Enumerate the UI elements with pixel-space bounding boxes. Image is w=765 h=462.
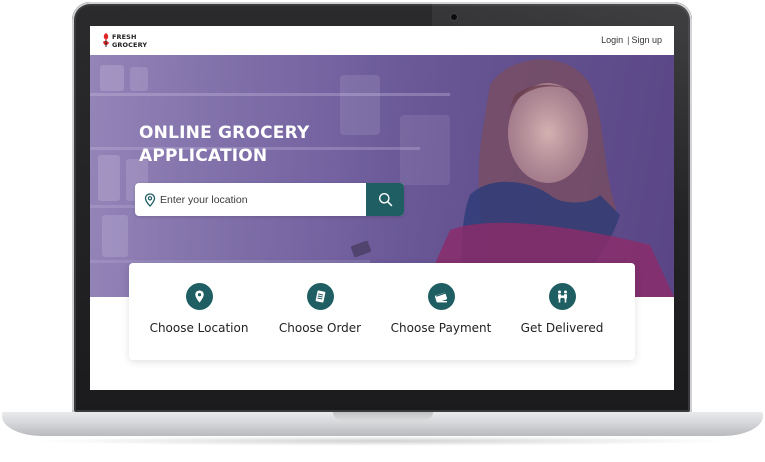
location-pin-icon xyxy=(195,290,204,303)
step-label: Get Delivered xyxy=(520,321,604,335)
hero-title-line2: APPLICATION xyxy=(139,146,268,166)
leaf-logo-icon xyxy=(103,33,109,47)
search-icon xyxy=(379,193,393,207)
laptop-base xyxy=(2,412,763,436)
location-search-bar xyxy=(135,183,404,216)
signup-link[interactable]: Sign up xyxy=(631,35,662,45)
step-choose-payment[interactable]: Choose Payment xyxy=(381,283,501,343)
brand-name: FRESH GROCERY xyxy=(112,33,147,49)
step-choose-order[interactable]: Choose Order xyxy=(260,283,380,343)
hero-title: ONLINE GROCERY APPLICATION xyxy=(139,122,309,168)
login-link[interactable]: Login xyxy=(601,35,623,45)
hero-background-image xyxy=(90,55,674,297)
steps-card: Choose Location Choose Order Choose Paym… xyxy=(129,263,635,360)
brand-name-line1: FRESH xyxy=(112,33,137,41)
brand-logo[interactable]: FRESH GROCERY xyxy=(101,31,161,51)
hero-banner: ONLINE GROCERY APPLICATION xyxy=(90,55,674,297)
top-navbar: FRESH GROCERY Login | Sign up xyxy=(90,26,674,55)
location-search-input[interactable] xyxy=(160,183,365,216)
order-list-icon xyxy=(315,290,326,303)
step-choose-location[interactable]: Choose Location xyxy=(139,283,259,343)
step-icon-circle xyxy=(549,283,576,310)
step-icon-circle xyxy=(307,283,334,310)
laptop-shadow xyxy=(30,436,735,446)
webcam xyxy=(451,14,457,20)
step-icon-circle xyxy=(428,283,455,310)
brand-name-line2: GROCERY xyxy=(112,41,148,49)
nav-separator: | xyxy=(627,35,630,45)
hero-title-line1: ONLINE GROCERY xyxy=(139,123,310,143)
location-pin-icon xyxy=(144,193,156,207)
search-button[interactable] xyxy=(366,183,404,216)
app-screen: FRESH GROCERY Login | Sign up ONLINE GRO… xyxy=(90,26,674,390)
step-label: Choose Payment xyxy=(390,321,492,335)
delivery-people-icon xyxy=(558,290,567,303)
base-notch xyxy=(333,412,433,420)
auth-links: Login | Sign up xyxy=(601,35,662,45)
step-get-delivered[interactable]: Get Delivered xyxy=(502,283,622,343)
step-label: Choose Location xyxy=(149,321,249,335)
step-icon-circle xyxy=(186,283,213,310)
step-label: Choose Order xyxy=(278,321,362,335)
credit-card-icon xyxy=(434,292,448,303)
